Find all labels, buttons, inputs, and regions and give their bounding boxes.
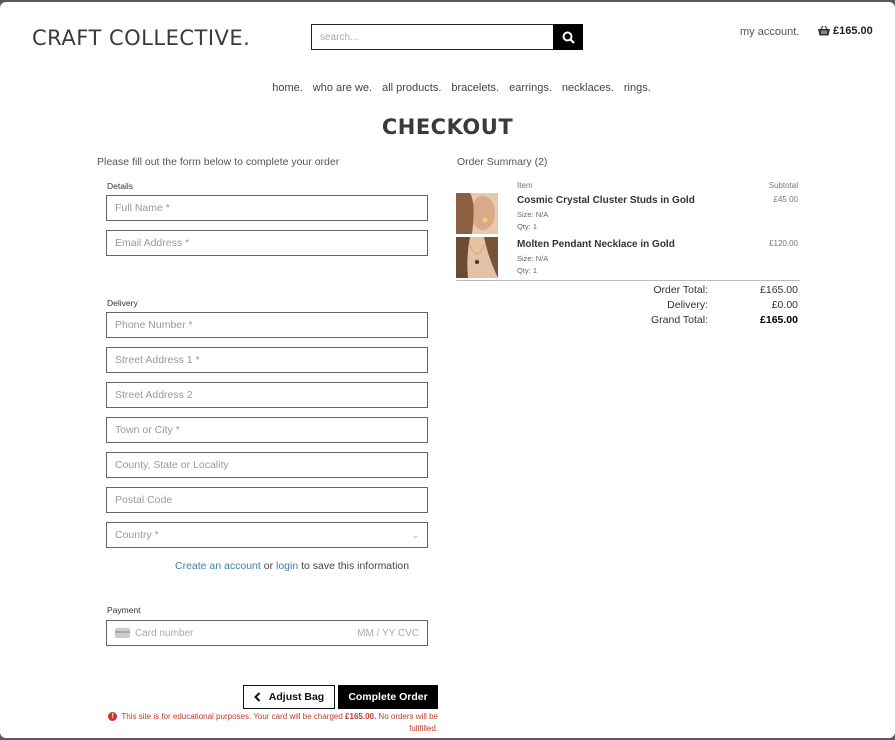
delivery-cost-value: £0.00	[771, 299, 798, 311]
product-thumbnail-necklace[interactable]	[456, 237, 498, 278]
payment-label: Payment	[107, 605, 141, 615]
card-number-placeholder: Card number	[135, 627, 194, 639]
adjust-bag-label: Adjust Bag	[268, 691, 325, 703]
grand-total-label: Grand Total:	[650, 314, 708, 326]
item-price-2: £120.00	[769, 239, 798, 248]
country-select[interactable]: Country * ⌄	[106, 522, 428, 548]
grand-total-value: £165.00	[760, 314, 798, 326]
my-account-link[interactable]: my account.	[740, 26, 799, 38]
town-city-field[interactable]: Town or City *	[106, 417, 428, 443]
item-size-1: Size: N/A	[517, 210, 549, 219]
item-size-2: Size: N/A	[517, 254, 549, 263]
summary-divider	[456, 280, 800, 281]
notice-prefix: This site is for educational purposes. Y…	[121, 712, 343, 721]
notice-amount: £165.00.	[345, 712, 377, 721]
page-title: CHECKOUT	[381, 115, 514, 139]
item-qty-2: Qty: 1	[517, 266, 538, 275]
nav-necklaces[interactable]: necklaces.	[562, 82, 614, 94]
bag-total: £165.00	[833, 25, 873, 37]
search-button[interactable]	[553, 24, 583, 50]
item-name-1[interactable]: Cosmic Crystal Cluster Studs in Gold	[517, 195, 695, 206]
phone-field[interactable]: Phone Number *	[106, 312, 428, 338]
order-total-value: £165.00	[760, 284, 798, 296]
notice-suffix: No orders will be fullfilled.	[378, 712, 438, 733]
exclamation-circle-icon: !	[108, 712, 118, 722]
postcode-field[interactable]: Postal Code	[106, 487, 428, 513]
item-column-header: Item	[517, 181, 533, 190]
street-address-1-field[interactable]: Street Address 1 *	[106, 347, 428, 373]
subtotal-column-header: Subtotal	[768, 181, 798, 190]
search-bar	[311, 24, 583, 50]
search-input[interactable]	[311, 24, 554, 50]
chevron-left-icon	[253, 692, 260, 702]
account-note: Create an account or login to save this …	[175, 560, 409, 572]
page-frame: CRAFT COLLECTIVE. my account. £165.00 ho…	[0, 2, 895, 738]
credit-card-icon	[115, 628, 130, 638]
site-logo[interactable]: CRAFT COLLECTIVE.	[32, 26, 250, 50]
adjust-bag-button[interactable]: Adjust Bag	[243, 685, 335, 709]
county-field[interactable]: County, State or Locality	[106, 452, 428, 478]
complete-order-button[interactable]: Complete Order	[338, 685, 438, 709]
nav-rings[interactable]: rings.	[624, 82, 651, 94]
product-thumbnail-earrings[interactable]	[456, 193, 498, 234]
order-total-label: Order Total:	[653, 284, 708, 296]
order-summary-title: Order Summary (2)	[457, 156, 548, 168]
delivery-cost-label: Delivery:	[667, 299, 708, 311]
charge-notice: ! This site is for educational purposes. …	[96, 711, 438, 735]
item-qty-1: Qty: 1	[517, 222, 538, 231]
or-text: or	[263, 560, 274, 572]
nav-who-are-we[interactable]: who are we.	[313, 82, 372, 94]
nav-earrings[interactable]: earrings.	[509, 82, 552, 94]
nav-bracelets[interactable]: bracelets.	[451, 82, 499, 94]
login-link[interactable]: login	[276, 560, 298, 572]
country-select-value: Country *	[115, 529, 159, 541]
search-icon	[562, 31, 575, 44]
shopping-bag-link[interactable]: £165.00	[818, 25, 873, 37]
card-expiry-cvc: MM / YY CVC	[357, 627, 419, 639]
nav-all-products[interactable]: all products.	[382, 82, 441, 94]
create-account-link[interactable]: Create an account	[175, 560, 261, 572]
form-intro: Please fill out the form below to comple…	[97, 156, 340, 168]
item-name-2[interactable]: Molten Pendant Necklace in Gold	[517, 239, 675, 250]
full-name-field[interactable]: Full Name *	[106, 195, 428, 221]
details-label: Details	[107, 181, 133, 191]
email-field[interactable]: Email Address *	[106, 230, 428, 256]
nav-home[interactable]: home.	[272, 82, 303, 94]
basket-icon	[818, 26, 830, 36]
card-element[interactable]: Card number MM / YY CVC	[106, 620, 428, 646]
item-price-1: £45.00	[773, 195, 798, 204]
delivery-label: Delivery	[107, 298, 138, 308]
chevron-down-icon: ⌄	[411, 529, 419, 540]
save-info-text: to save this information	[301, 560, 410, 572]
main-nav: home. who are we. all products. bracelet…	[0, 82, 895, 94]
street-address-2-field[interactable]: Street Address 2	[106, 382, 428, 408]
